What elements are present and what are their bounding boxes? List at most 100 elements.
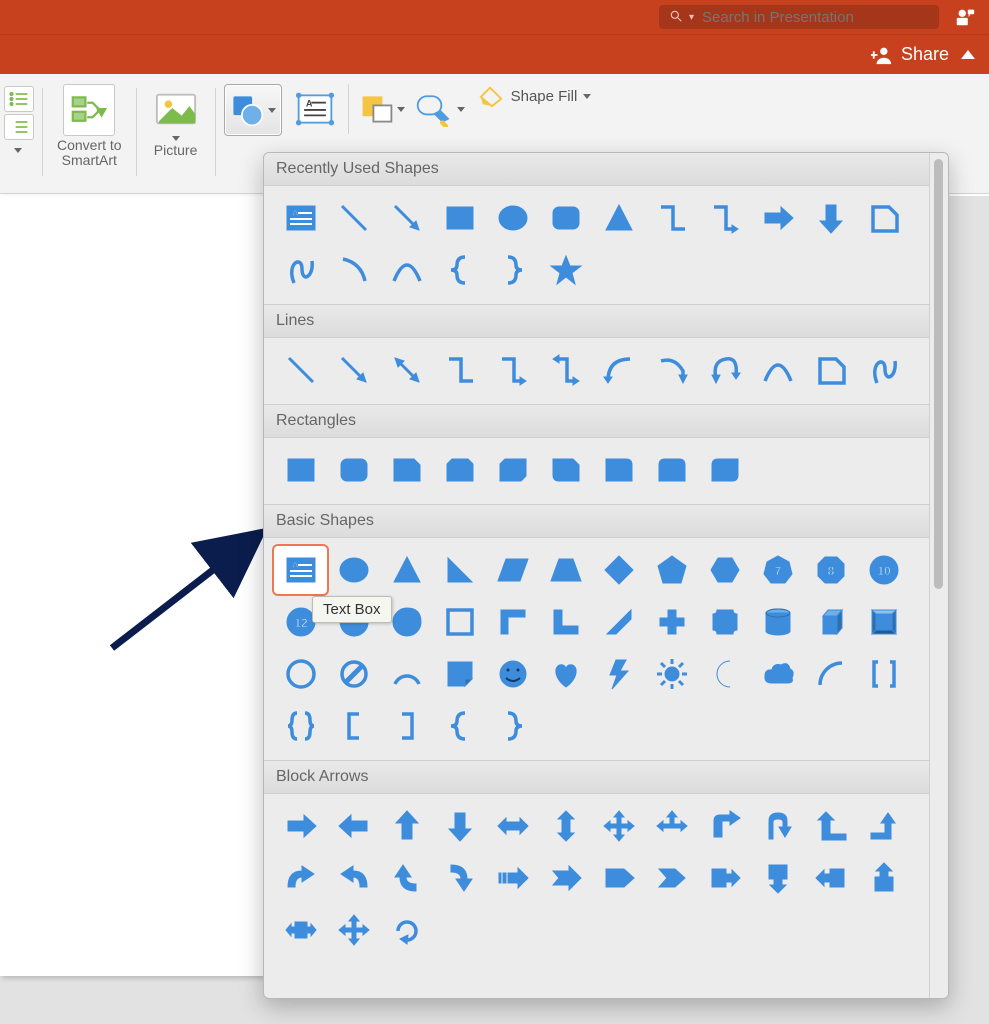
- shape-arrow-pentagon[interactable]: [592, 854, 645, 902]
- shape-arc[interactable]: [380, 650, 433, 698]
- shape-triangle[interactable]: [592, 194, 645, 242]
- shape-plaque[interactable]: [698, 598, 751, 646]
- shape-text-box[interactable]: [274, 546, 327, 594]
- shape-cloud[interactable]: [751, 650, 804, 698]
- shape-curve-peak[interactable]: [751, 346, 804, 394]
- shape-arrow-circular[interactable]: [380, 906, 433, 954]
- shape-round-diagonal[interactable]: [698, 446, 751, 494]
- shape-arrow-down[interactable]: [433, 802, 486, 850]
- shape-pentagon[interactable]: [645, 546, 698, 594]
- shape-rectangle[interactable]: [433, 194, 486, 242]
- shape-line-arrow[interactable]: [327, 346, 380, 394]
- share-button[interactable]: Share: [871, 44, 949, 66]
- bullets-button[interactable]: [4, 86, 34, 112]
- shape-rounded-rectangle[interactable]: [539, 194, 592, 242]
- shape-heart[interactable]: [539, 650, 592, 698]
- search-input[interactable]: [700, 8, 929, 27]
- shape-triangle[interactable]: [380, 546, 433, 594]
- shape-star-5[interactable]: [539, 246, 592, 294]
- shape-moon[interactable]: [698, 650, 751, 698]
- shape-arrow-callout-d[interactable]: [751, 854, 804, 902]
- shape-arrow-up-down[interactable]: [539, 802, 592, 850]
- shape-left-brace[interactable]: [433, 702, 486, 750]
- shape-round-single[interactable]: [592, 446, 645, 494]
- shape-right-triangle[interactable]: [433, 546, 486, 594]
- text-box-button[interactable]: A: [290, 84, 340, 134]
- shape-plus[interactable]: [645, 598, 698, 646]
- shape-arrow-callout-r[interactable]: [698, 854, 751, 902]
- shape-quarter-arc[interactable]: [804, 650, 857, 698]
- shape-down-arrow[interactable]: [804, 194, 857, 242]
- shape-line[interactable]: [327, 194, 380, 242]
- shape-arrow-quad[interactable]: [592, 802, 645, 850]
- arrange-button[interactable]: [357, 84, 407, 134]
- shape-arrow-up-bent[interactable]: [857, 802, 910, 850]
- shape-diamond[interactable]: [592, 546, 645, 594]
- shape-arrow-callout-quad[interactable]: [327, 906, 380, 954]
- shape-arrow-bent-r[interactable]: [698, 802, 751, 850]
- shape-curved-connector[interactable]: [592, 346, 645, 394]
- shape-line[interactable]: [274, 346, 327, 394]
- shape-round-snip[interactable]: [539, 446, 592, 494]
- shape-round-same-side[interactable]: [645, 446, 698, 494]
- shape-freeform[interactable]: [857, 346, 910, 394]
- shape-rectangle[interactable]: [274, 446, 327, 494]
- shape-double-brace[interactable]: [274, 702, 327, 750]
- shape-lightning[interactable]: [592, 650, 645, 698]
- shape-arrow-notched[interactable]: [539, 854, 592, 902]
- shape-arrow-lr-up[interactable]: [645, 802, 698, 850]
- shape-arrow-callout-u[interactable]: [857, 854, 910, 902]
- collapse-ribbon-icon[interactable]: [961, 50, 975, 59]
- shape-rounded-rectangle[interactable]: [327, 446, 380, 494]
- shape-sun[interactable]: [645, 650, 698, 698]
- numbering-button[interactable]: [4, 114, 34, 140]
- shape-arrow-curved-right[interactable]: [274, 854, 327, 902]
- shape-snip-corner[interactable]: [857, 194, 910, 242]
- shape-arrow-curved-up[interactable]: [380, 854, 433, 902]
- shape-freeform[interactable]: [274, 246, 327, 294]
- shape-arrow-left[interactable]: [327, 802, 380, 850]
- shape-elbow-arrow[interactable]: [486, 346, 539, 394]
- shape-l-shape[interactable]: [539, 598, 592, 646]
- shape-oval[interactable]: [486, 194, 539, 242]
- shape-snip-same-side[interactable]: [433, 446, 486, 494]
- shape-curve-peak[interactable]: [380, 246, 433, 294]
- shape-arrow-l-up[interactable]: [804, 802, 857, 850]
- shape-right-arrow[interactable]: [751, 194, 804, 242]
- shape-decagon-10[interactable]: [857, 546, 910, 594]
- shape-arrow-curved-left[interactable]: [327, 854, 380, 902]
- shape-left-bracket[interactable]: [327, 702, 380, 750]
- scrollbar-thumb[interactable]: [934, 159, 943, 589]
- shape-left-brace[interactable]: [433, 246, 486, 294]
- shape-heptagon-7[interactable]: [751, 546, 804, 594]
- shape-elbow-double-arrow[interactable]: [539, 346, 592, 394]
- shape-right-bracket[interactable]: [380, 702, 433, 750]
- shape-bevel[interactable]: [857, 598, 910, 646]
- shape-arrow-callout-lr[interactable]: [274, 906, 327, 954]
- shape-arrow-chevron[interactable]: [645, 854, 698, 902]
- shapes-gallery-scroll[interactable]: Recently Used ShapesLinesRectanglesBasic…: [264, 153, 929, 998]
- shape-arrow-up[interactable]: [380, 802, 433, 850]
- shape-cube[interactable]: [804, 598, 857, 646]
- shape-fill-button[interactable]: Shape Fill: [477, 84, 592, 108]
- shape-folded-corner[interactable]: [433, 650, 486, 698]
- shape-can[interactable]: [751, 598, 804, 646]
- search-box[interactable]: ▾: [659, 5, 939, 29]
- picture-button[interactable]: Picture: [145, 80, 207, 162]
- shape-snip-single[interactable]: [380, 446, 433, 494]
- convert-to-smartart-button[interactable]: Convert to SmartArt: [51, 80, 128, 173]
- shape-arrow-curved-down[interactable]: [433, 854, 486, 902]
- shape-line-arrow[interactable]: [380, 194, 433, 242]
- shape-arrow-right[interactable]: [274, 802, 327, 850]
- shape-arrow-striped[interactable]: [486, 854, 539, 902]
- shape-snip-corner[interactable]: [804, 346, 857, 394]
- shape-trapezoid[interactable]: [539, 546, 592, 594]
- shape-no-symbol[interactable]: [327, 650, 380, 698]
- shape-hexagon[interactable]: [698, 546, 751, 594]
- shape-elbow-connector[interactable]: [433, 346, 486, 394]
- shape-arrow-uturn-r[interactable]: [751, 802, 804, 850]
- shape-donut[interactable]: [274, 650, 327, 698]
- shape-elbow-connector[interactable]: [645, 194, 698, 242]
- shape-smiley[interactable]: [486, 650, 539, 698]
- shape-line-double-arrow[interactable]: [380, 346, 433, 394]
